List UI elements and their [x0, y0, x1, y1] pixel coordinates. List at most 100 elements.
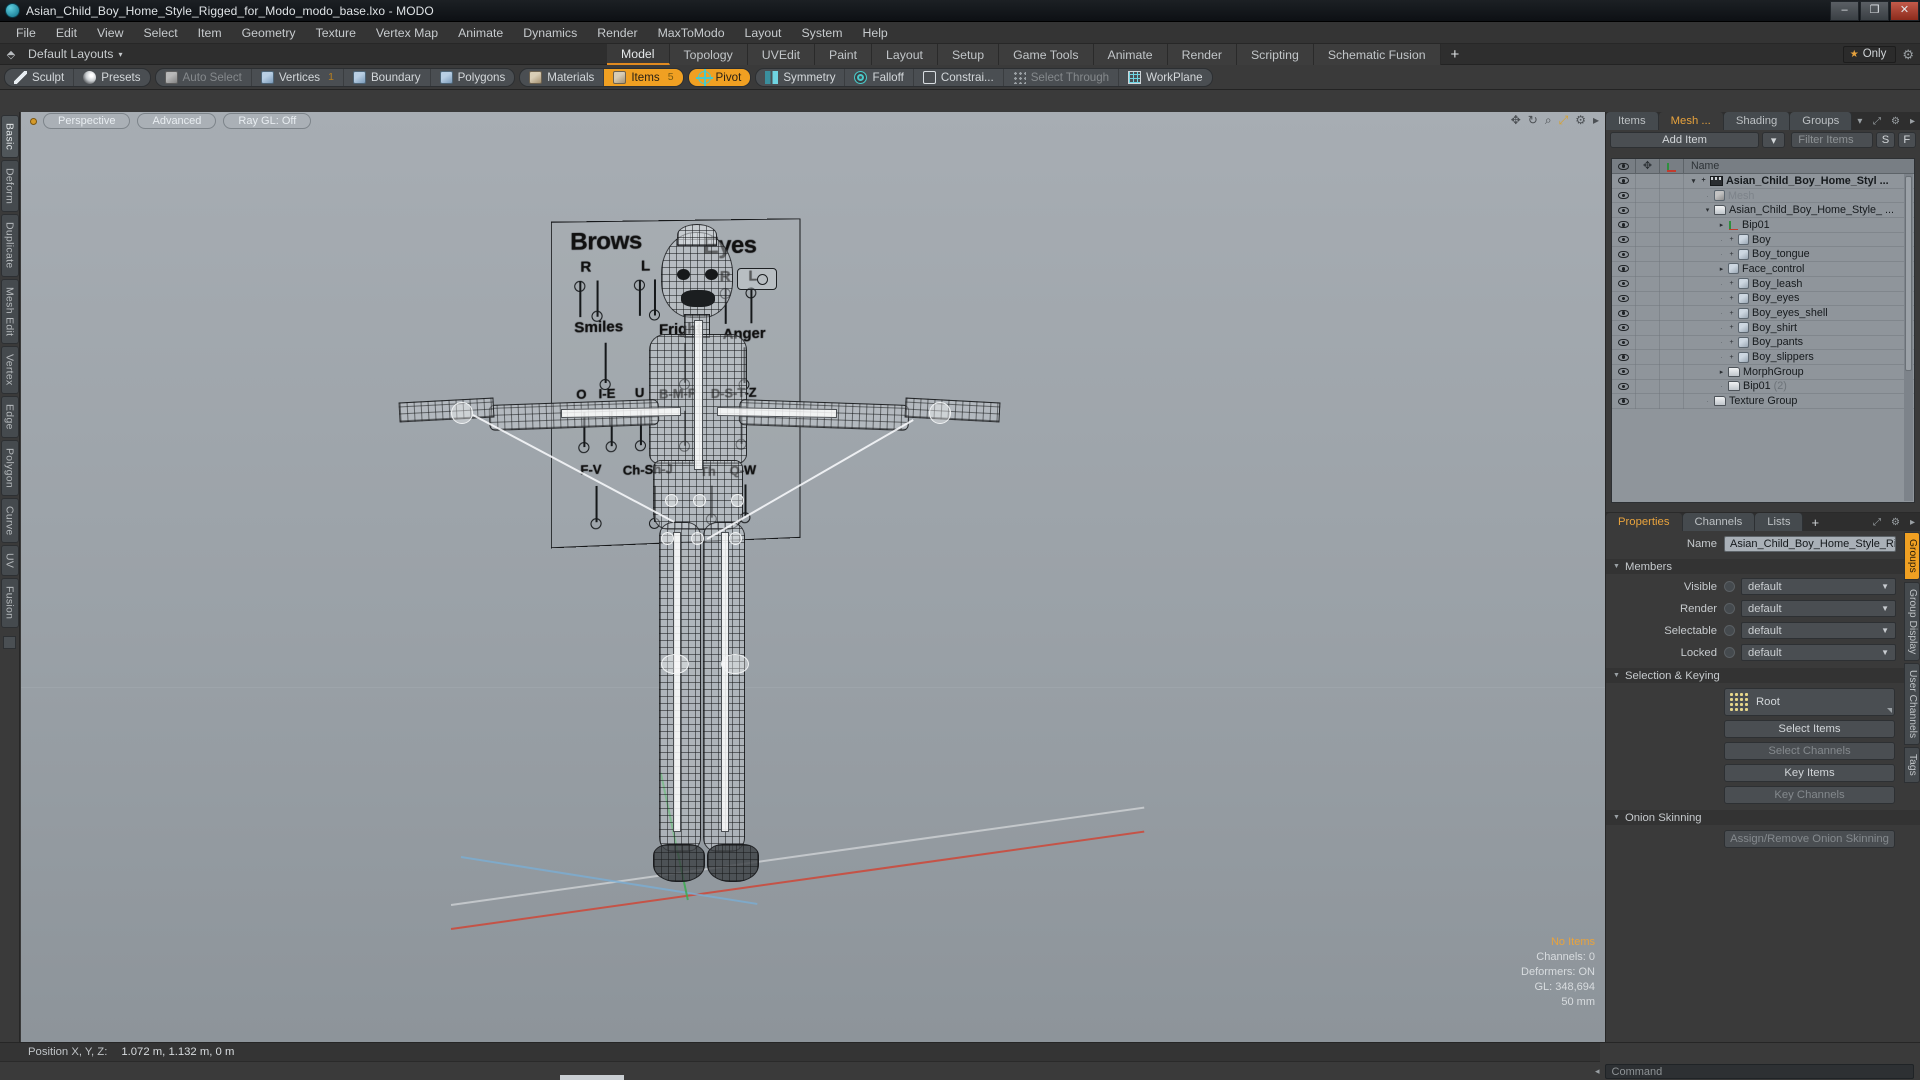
twisty-icon[interactable]: · — [1718, 381, 1725, 391]
table-row[interactable]: · + Boy_slippers — [1612, 349, 1914, 365]
character-wireframe-model[interactable] — [381, 202, 1001, 982]
left-tab-basic[interactable]: Basic — [0, 115, 19, 159]
expand-plus-icon[interactable]: + — [1728, 339, 1735, 346]
row-visibility-toggle[interactable] — [1612, 202, 1636, 218]
row-lock-cell[interactable] — [1636, 276, 1660, 291]
render-toggle-icon[interactable] — [1724, 603, 1735, 614]
item-list-scrollbar[interactable] — [1904, 174, 1913, 501]
tab-animate[interactable]: Animate — [1093, 44, 1168, 65]
table-row[interactable]: · + Boy_eyes_shell — [1612, 305, 1914, 321]
gear-icon[interactable]: ⚙ — [1886, 513, 1905, 531]
twisty-icon[interactable]: · — [1704, 191, 1711, 201]
row-axis-cell[interactable] — [1660, 261, 1684, 277]
tab-properties[interactable]: Properties — [1606, 513, 1683, 531]
move-icon[interactable]: ✥ — [1511, 114, 1521, 126]
item-list[interactable]: ✥ Name ▾ + Asian_Child_Boy_Home_Styl ... · M… — [1611, 158, 1915, 503]
twisty-icon[interactable]: · — [1718, 235, 1725, 245]
tab-groups[interactable]: Groups — [1790, 112, 1853, 130]
workplane-button[interactable]: WorkPlane — [1119, 69, 1211, 86]
row-axis-cell[interactable] — [1660, 393, 1684, 409]
twisty-icon[interactable]: ▸ — [1718, 221, 1725, 229]
key-items-button[interactable]: Key Items — [1724, 764, 1895, 782]
left-tab-mesh-edit[interactable]: Mesh Edit — [0, 278, 19, 345]
row-visibility-toggle[interactable] — [1612, 305, 1636, 321]
row-lock-cell[interactable] — [1636, 305, 1660, 321]
row-axis-cell[interactable] — [1660, 188, 1684, 203]
menu-item-edit[interactable]: Edit — [46, 24, 87, 42]
visible-dropdown[interactable]: default ▼ — [1741, 578, 1896, 595]
row-axis-cell[interactable] — [1660, 232, 1684, 247]
row-visibility-toggle[interactable] — [1612, 379, 1636, 394]
locked-toggle-icon[interactable] — [1724, 647, 1735, 658]
row-visibility-toggle[interactable] — [1612, 276, 1636, 291]
expand-plus-icon[interactable]: + — [1700, 177, 1707, 184]
table-row[interactable]: ▸ MorphGroup — [1612, 364, 1914, 380]
row-axis-cell[interactable] — [1660, 379, 1684, 394]
tab-scripting[interactable]: Scripting — [1236, 44, 1314, 65]
twisty-icon[interactable]: ▸ — [1718, 368, 1725, 376]
name-input[interactable]: Asian_Child_Boy_Home_Style_Rigg — [1724, 535, 1896, 552]
row-axis-cell[interactable] — [1660, 364, 1684, 380]
row-visibility-toggle[interactable] — [1612, 335, 1636, 350]
tab-mesh-ops[interactable]: Mesh ... — [1658, 112, 1724, 130]
twisty-icon[interactable]: · — [1718, 249, 1725, 259]
twisty-icon[interactable]: ▾ — [1704, 206, 1711, 214]
left-tab-edge[interactable]: Edge — [0, 395, 19, 438]
left-tab-uv[interactable]: UV — [0, 545, 19, 577]
row-lock-cell[interactable] — [1636, 349, 1660, 365]
row-visibility-toggle[interactable] — [1612, 246, 1636, 262]
expand-plus-icon[interactable]: + — [1728, 236, 1735, 243]
table-row[interactable]: · + Boy_leash — [1612, 276, 1914, 292]
sculpt-button[interactable]: Sculpt — [5, 68, 75, 86]
row-visibility-toggle[interactable] — [1612, 393, 1636, 409]
side-tab-group-display[interactable]: Group Display — [1904, 581, 1920, 662]
row-lock-cell[interactable] — [1636, 261, 1660, 277]
twisty-icon[interactable]: · — [1704, 396, 1711, 406]
auto-select-button[interactable]: Auto Select — [156, 68, 252, 86]
presets-button[interactable]: Presets — [74, 69, 149, 86]
row-axis-cell[interactable] — [1660, 174, 1684, 189]
row-lock-cell[interactable] — [1636, 202, 1660, 218]
add-properties-tab-button[interactable]: + — [1803, 513, 1827, 531]
menu-item-select[interactable]: Select — [133, 24, 187, 42]
twisty-icon[interactable]: · — [1718, 308, 1725, 318]
table-row[interactable]: · + Boy — [1612, 232, 1914, 248]
command-prev-icon[interactable]: ◂ — [1595, 1066, 1600, 1077]
left-tab-polygon[interactable]: Polygon — [0, 439, 19, 496]
tab-items-list[interactable]: Items — [1606, 112, 1659, 130]
items-button[interactable]: Items 5 — [604, 68, 683, 86]
locked-dropdown[interactable]: default ▼ — [1741, 644, 1896, 661]
viewport-projection-button[interactable]: Perspective — [43, 113, 131, 129]
left-tab-vertex[interactable]: Vertex — [0, 346, 19, 394]
row-axis-cell[interactable] — [1660, 335, 1684, 350]
tab-channels[interactable]: Channels — [1682, 513, 1756, 531]
tab-model[interactable]: Model — [607, 44, 670, 65]
table-row[interactable]: · + Boy_eyes — [1612, 291, 1914, 307]
table-row[interactable]: ▸ Bip01 — [1612, 217, 1914, 233]
row-axis-cell[interactable] — [1660, 349, 1684, 365]
table-row[interactable]: · + Boy_tongue — [1612, 246, 1914, 263]
menu-item-vertex-map[interactable]: Vertex Map — [366, 24, 448, 42]
tab-topology[interactable]: Topology — [669, 44, 748, 65]
selectable-dropdown[interactable]: default ▼ — [1741, 622, 1896, 639]
expand-plus-icon[interactable]: + — [1728, 310, 1735, 317]
tab-lists[interactable]: Lists — [1755, 513, 1804, 531]
layout-preset-icon[interactable]: ⬘ — [0, 48, 22, 61]
section-members[interactable]: ▼ Members — [1606, 559, 1920, 574]
expand-icon[interactable]: ⤢ — [1868, 513, 1886, 531]
twisty-icon[interactable]: · — [1718, 279, 1725, 289]
expand-icon[interactable]: ⤢ — [1868, 112, 1886, 130]
tab-schematic-fusion[interactable]: Schematic Fusion — [1313, 44, 1441, 65]
panel-menu-icon[interactable]: ▸ — [1905, 513, 1920, 531]
boundary-button[interactable]: Boundary — [344, 68, 431, 86]
viewport-raygl-button[interactable]: Ray GL: Off — [223, 113, 312, 129]
row-lock-cell[interactable] — [1636, 379, 1660, 394]
visible-toggle-icon[interactable] — [1724, 581, 1735, 592]
table-row[interactable]: · + Boy_pants — [1612, 335, 1914, 351]
viewport-shading-button[interactable]: Advanced — [137, 113, 217, 129]
scrollbar-thumb[interactable] — [1905, 176, 1912, 371]
row-lock-cell[interactable] — [1636, 246, 1660, 262]
fit-icon[interactable]: ⤢ — [1559, 114, 1569, 126]
row-visibility-toggle[interactable] — [1612, 261, 1636, 277]
settings-icon[interactable]: ⚙ — [1575, 114, 1586, 126]
